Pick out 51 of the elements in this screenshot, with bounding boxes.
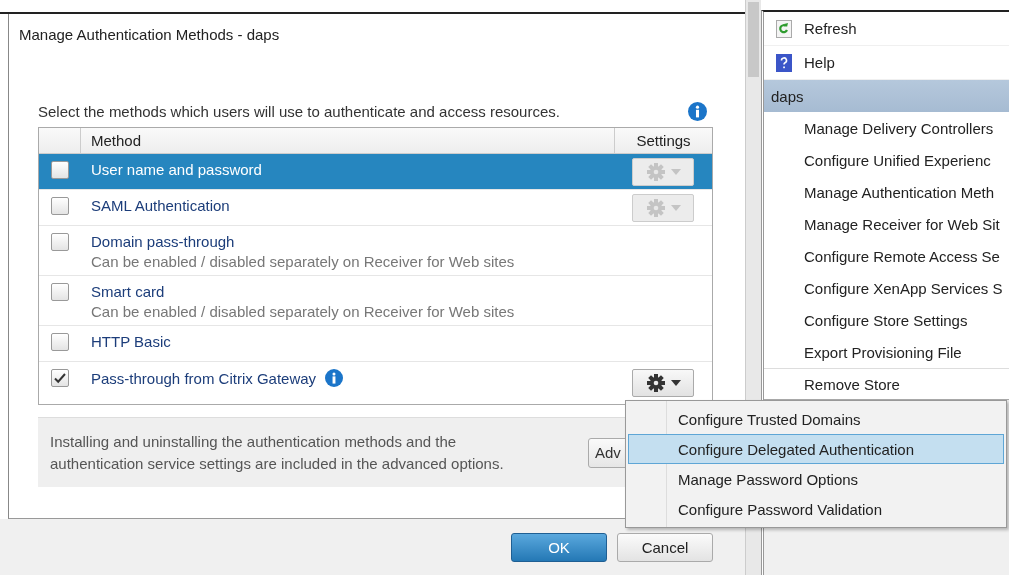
action-item[interactable]: Configure Unified Experienc [764,144,1009,176]
action-item[interactable]: Manage Receiver for Web Sit [764,208,1009,240]
checkbox[interactable] [51,333,69,351]
method-row[interactable]: Pass-through from Citrix Gateway [39,362,712,404]
checkbox[interactable] [51,283,69,301]
checkbox[interactable] [51,197,69,215]
menu-item[interactable]: Configure Trusted Domains [628,404,1004,434]
checkbox[interactable] [51,369,69,387]
method-row[interactable]: HTTP Basic [39,326,712,362]
menu-item[interactable]: Configure Delegated Authentication [628,434,1004,464]
info-icon[interactable] [325,369,344,387]
method-name: User name and password [91,161,262,178]
ok-button[interactable]: OK [511,532,607,562]
method-row[interactable]: User name and password [39,154,712,190]
method-name: Domain pass-through [91,233,235,250]
instruction-text: Select the methods which users will use to authenticate and access resources. [38,102,560,120]
action-item[interactable]: Manage Delivery Controllers [764,112,1009,144]
method-row[interactable]: SAML Authentication [39,190,712,226]
menu-item[interactable]: Configure Password Validation [628,494,1004,524]
action-item[interactable]: Configure Remote Access Se [764,240,1009,272]
caret-icon [670,205,681,211]
action-item[interactable]: Manage Authentication Meth [764,176,1009,208]
method-description: Can be enabled / disabled separately on Receiver for Web sites [91,303,516,320]
method-row[interactable]: Smart card Can be enabled / disabled separately on Receiver for Web sites [39,276,712,326]
action-item[interactable]: Configure Store Settings [764,304,1009,336]
caret-icon [670,380,681,386]
refresh-icon [776,19,792,38]
gear-icon [645,373,666,393]
gear-icon [645,162,666,182]
action-item[interactable]: Export Provisioning File [764,336,1009,368]
info-icon[interactable] [688,101,707,121]
method-name: HTTP Basic [91,333,171,350]
settings-dropdown-button[interactable] [632,369,694,397]
gear-icon [645,198,666,218]
action-item[interactable]: Refresh [764,12,1009,46]
method-name: SAML Authentication [91,197,230,214]
checkbox[interactable] [51,161,69,179]
method-row[interactable]: Domain pass-through Can be enabled / disabled separately on Receiver for Web sites [39,226,712,276]
column-header: Settings [614,128,712,153]
method-name: Smart card [91,283,165,300]
advanced-note: Installing and uninstalling the authentication methods and the authentication service settings are included in the advanced options. [50,431,505,474]
column-header: Method [90,131,143,151]
method-description: Can be enabled / disabled separately on Receiver for Web sites [91,253,516,270]
method-name: Pass-through from Citrix Gateway [91,369,317,387]
help-icon [776,53,792,72]
section-header: daps [764,80,1009,112]
checkbox[interactable] [51,233,69,251]
action-item[interactable]: Configure XenApp Services S [764,272,1009,304]
cancel-button[interactable]: Cancel [617,532,713,562]
caret-icon [670,169,681,175]
dialog-title: Manage Authentication Methods - daps [19,26,281,45]
